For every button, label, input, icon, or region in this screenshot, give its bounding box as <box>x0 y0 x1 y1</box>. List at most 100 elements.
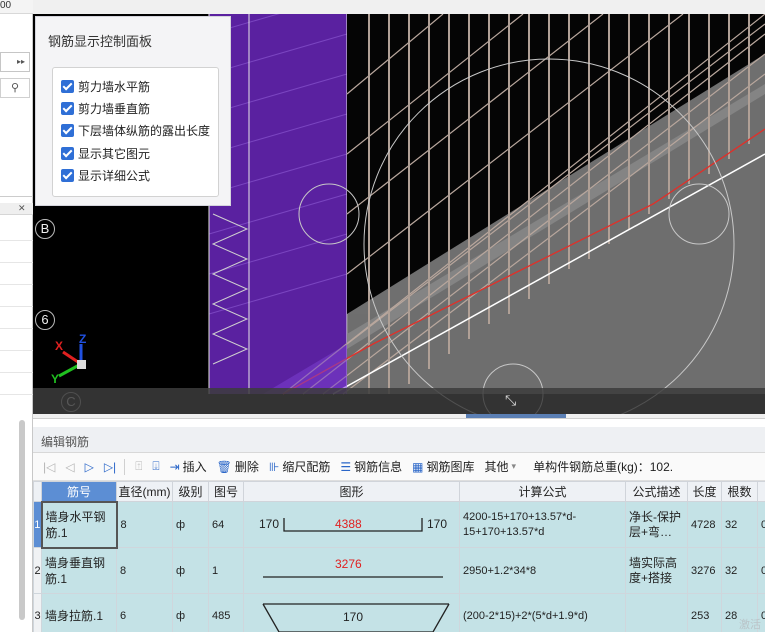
shape-right-length: 170 <box>427 516 448 531</box>
move-down-icon[interactable]: ⍗ <box>152 459 159 474</box>
cell-grade[interactable]: ф <box>172 501 209 548</box>
cell-count[interactable]: 32 <box>721 501 758 548</box>
search-icon[interactable]: ⚲ <box>11 81 19 94</box>
table-row[interactable]: 3 墙身拉筋.1 6 ф 485 170 (200-2*15)+2*(5*d+1… <box>33 593 765 632</box>
checkbox-checked[interactable] <box>61 101 74 115</box>
left-panel-select[interactable] <box>0 52 30 72</box>
cell-extra[interactable]: 0 <box>757 547 765 594</box>
rebar-info-button[interactable]: ☰ 钢筋信息 <box>340 458 402 475</box>
table-row[interactable]: 2 墙身垂直钢筋.1 8 ф 1 3276 2950+1.2*34*8 墙实际高… <box>33 547 765 594</box>
edit-rebar-panel: 编辑钢筋 |◁ ◁ ▷ ▷| ⍐ ⍗ ⇥ 插入 🗑 删除 ⊪ 缩尺配筋 ☰ 钢筋信息 ▦… <box>33 418 765 632</box>
insert-icon: ⇥ <box>169 459 180 474</box>
cell-extra[interactable]: 0 <box>757 501 765 548</box>
cell-length[interactable]: 253 <box>687 593 722 632</box>
cell-formula[interactable]: 4200-15+170+13.57*d-15+170+13.57*d <box>459 501 626 548</box>
first-record-icon[interactable]: |◁ <box>43 460 55 474</box>
cell-description[interactable] <box>625 593 688 632</box>
editor-titlebar <box>33 427 765 453</box>
total-weight-label: 单构件钢筋总重(kg)：102. <box>533 460 674 474</box>
cell-description[interactable]: 净长-保护层+弯… <box>625 501 688 548</box>
next-record-icon[interactable]: ▷ <box>85 460 94 474</box>
option-shear-wall-horizontal[interactable]: 剪力墙水平筋 <box>61 76 150 96</box>
editor-title: 编辑钢筋 <box>41 435 90 449</box>
cell-figure-no[interactable]: 485 <box>208 593 244 632</box>
cell-bar-name[interactable]: 墙身水平钢筋.1 <box>40 500 118 549</box>
left-panel-row-line <box>0 350 33 351</box>
column-header-description[interactable]: 公式描述 <box>625 481 688 502</box>
checkbox-checked[interactable] <box>61 79 74 93</box>
rebar-display-control-panel: 钢筋显示控制面板 剪力墙水平筋 剪力墙垂直筋 下层墙体纵筋的露出长度 显示其它图… <box>35 16 231 206</box>
shape-main-length: 170 <box>343 609 364 624</box>
cell-shape[interactable]: 170 4388 170 <box>243 501 460 548</box>
left-side-panel: 00 ▸▸ ⚲ ✕ <box>0 0 33 632</box>
info-icon: ☰ <box>340 459 352 474</box>
cell-grade[interactable]: ф <box>172 547 209 594</box>
table-row[interactable]: 1 墙身水平钢筋.1 8 ф 64 170 4388 170 4200-15+1… <box>33 500 765 549</box>
ruler-icon: ⊪ <box>268 459 280 474</box>
shape-main-length: 4388 <box>335 516 362 531</box>
left-panel-row-line <box>0 372 33 373</box>
cell-formula[interactable]: 2950+1.2*34*8 <box>459 547 626 594</box>
row-index: 1 <box>33 501 42 548</box>
last-record-icon[interactable]: ▷| <box>104 460 116 474</box>
cell-diameter[interactable]: 6 <box>116 593 173 632</box>
option-show-other-elements[interactable]: 显示其它图元 <box>61 143 150 163</box>
insert-button[interactable]: ⇥ 插入 <box>170 458 207 475</box>
left-panel-row-line <box>0 262 33 263</box>
cell-bar-name[interactable]: 墙身垂直钢筋.1 <box>41 547 117 594</box>
left-panel-scrollbar[interactable] <box>19 420 25 620</box>
checkbox-checked[interactable] <box>61 146 74 160</box>
left-panel-subheader <box>0 203 33 215</box>
row-index: 3 <box>33 593 42 632</box>
delete-button[interactable]: 🗑 删除 <box>217 458 259 475</box>
column-header-figure-no[interactable]: 图号 <box>208 481 244 502</box>
library-icon: ▦ <box>412 459 424 474</box>
expand-arrows-icon[interactable]: ▸▸ <box>17 57 25 66</box>
cell-diameter[interactable]: 8 <box>116 547 173 594</box>
cell-grade[interactable]: ф <box>172 593 209 632</box>
checkbox-checked[interactable] <box>61 123 74 137</box>
column-header-shape[interactable]: 图形 <box>243 481 460 502</box>
cell-figure-no[interactable]: 1 <box>208 547 244 594</box>
viewport-footer-band <box>33 388 765 414</box>
column-header-count[interactable]: 根数 <box>721 481 758 502</box>
straight-bar-shape-icon <box>263 575 443 578</box>
left-panel-row-line <box>0 240 33 241</box>
move-up-icon[interactable]: ⍐ <box>135 459 142 474</box>
grid-axis-6: 6 <box>35 310 55 330</box>
checkbox-checked[interactable] <box>61 168 74 182</box>
trash-icon: 🗑 <box>216 459 232 474</box>
column-header-formula[interactable]: 计算公式 <box>459 481 626 502</box>
scale-rebar-button[interactable]: ⊪ 缩尺配筋 <box>269 458 330 475</box>
cell-length[interactable]: 3276 <box>687 547 722 594</box>
cell-shape[interactable]: 170 <box>243 593 460 632</box>
editor-toolbar: |◁ ◁ ▷ ▷| ⍐ ⍗ ⇥ 插入 🗑 删除 ⊪ 缩尺配筋 ☰ 钢筋信息 ▦ 钢筋图库 … <box>33 453 765 481</box>
cell-formula[interactable]: (200-2*15)+2*(5*d+1.9*d) <box>459 593 626 632</box>
triad-x-label: X <box>55 339 64 353</box>
cell-description[interactable]: 墙实际高度+搭接 <box>625 547 688 594</box>
cell-figure-no[interactable]: 64 <box>208 501 244 548</box>
column-header-length[interactable]: 长度 <box>687 481 722 502</box>
column-header-grade[interactable]: 级别 <box>172 481 209 502</box>
cell-diameter[interactable]: 8 <box>116 501 173 548</box>
triad-y-label: Y <box>51 372 60 386</box>
cell-length[interactable]: 4728 <box>687 501 722 548</box>
previous-record-icon[interactable]: ◁ <box>65 460 74 474</box>
rebar-library-button[interactable]: ▦ 钢筋图库 <box>412 458 474 475</box>
shape-left-length: 170 <box>259 516 280 531</box>
cell-count[interactable]: 32 <box>721 547 758 594</box>
other-dropdown[interactable]: 其他 ▾ <box>485 458 520 475</box>
column-header-bar-no[interactable]: 筋号 <box>41 481 117 502</box>
option-shear-wall-vertical[interactable]: 剪力墙垂直筋 <box>61 98 150 118</box>
cell-shape[interactable]: 3276 <box>243 547 460 594</box>
left-panel-divider <box>0 196 33 197</box>
left-panel-row-line <box>0 394 33 395</box>
option-show-detailed-formula[interactable]: 显示详细公式 <box>61 165 150 185</box>
cell-bar-name[interactable]: 墙身拉筋.1 <box>41 593 117 632</box>
column-header-diameter[interactable]: 直径(mm) <box>116 481 173 502</box>
option-lower-wall-exposed-length[interactable]: 下层墙体纵筋的露出长度 <box>61 120 210 140</box>
column-header-extra <box>757 481 765 502</box>
close-icon[interactable]: ✕ <box>18 203 26 214</box>
restore-view-icon[interactable]: ⤡ <box>505 392 516 409</box>
grid-axis-b: B <box>35 219 55 239</box>
